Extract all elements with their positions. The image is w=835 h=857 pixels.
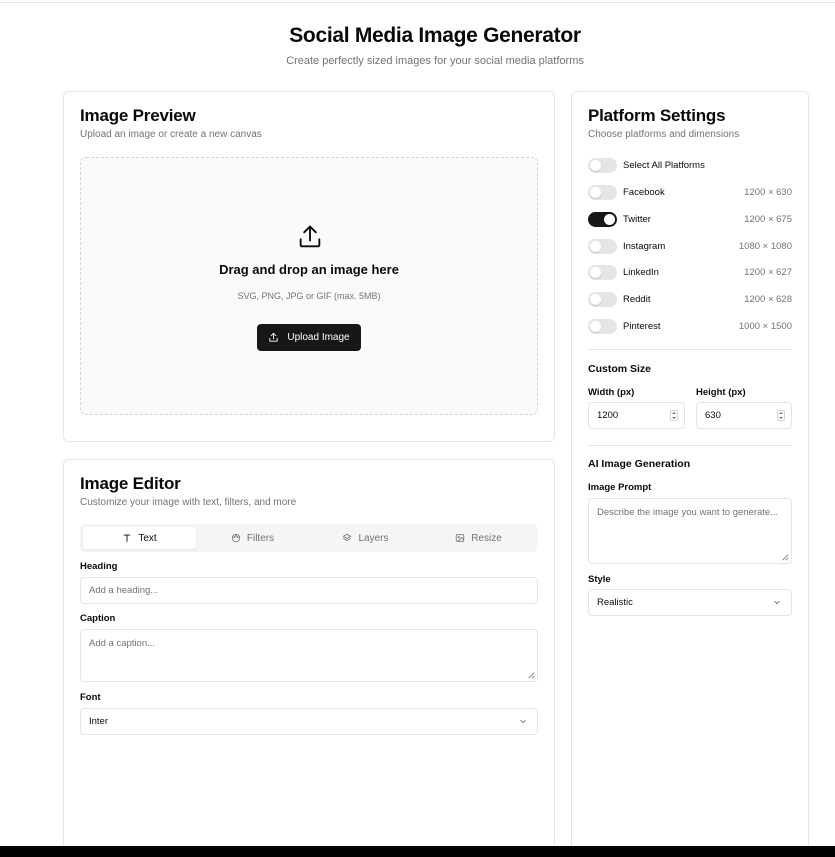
- font-label: Font: [80, 692, 101, 703]
- dropzone-hint: SVG, PNG, JPG or GIF (max. 5MB): [237, 291, 381, 301]
- heading-input[interactable]: Add a heading...: [80, 577, 538, 604]
- font-select[interactable]: Inter: [80, 708, 538, 735]
- caption-placeholder: Add a caption...: [89, 638, 156, 649]
- toggle-knob: [590, 293, 601, 305]
- top-divider: [0, 2, 835, 3]
- platform-dimensions: 1200 × 628: [744, 293, 792, 305]
- platform-dimensions: 1000 × 1500: [738, 320, 792, 332]
- upload-icon: [269, 332, 278, 342]
- editor-tabs: Text Filters Layers Resize: [80, 524, 538, 552]
- width-input[interactable]: 1200: [588, 402, 685, 429]
- twitter-toggle[interactable]: [588, 211, 617, 227]
- tab-text[interactable]: Text: [83, 527, 196, 549]
- platform-dimensions: 1200 × 630: [744, 186, 792, 198]
- tab-resize-label: Resize: [471, 532, 502, 544]
- dropzone-title: Drag and drop an image here: [219, 262, 399, 277]
- prompt-label: Image Prompt: [588, 482, 652, 493]
- image-dropzone[interactable]: Drag and drop an image here SVG, PNG, JP…: [80, 157, 538, 415]
- caption-label: Caption: [80, 613, 116, 624]
- instagram-toggle[interactable]: [588, 238, 617, 254]
- tab-layers[interactable]: Layers: [309, 527, 422, 549]
- tab-filters-label: Filters: [246, 532, 275, 544]
- style-select-value: Realistic: [597, 597, 633, 608]
- image-icon: [456, 534, 465, 542]
- reddit-toggle[interactable]: [588, 291, 617, 307]
- toggle-knob: [604, 213, 615, 225]
- platform-row-facebook: Facebook 1200 × 630: [588, 184, 792, 200]
- select-all-row: Select All Platforms: [588, 157, 792, 173]
- style-label: Style: [588, 574, 611, 585]
- page-title: Social Media Image Generator: [289, 24, 581, 47]
- chevron-down-icon: [774, 600, 780, 604]
- height-spinner[interactable]: [777, 410, 785, 421]
- height-label: Height (px): [696, 387, 746, 398]
- platform-name: LinkedIn: [623, 266, 659, 278]
- platform-dimensions: 1200 × 627: [744, 266, 792, 278]
- platform-dimensions: 1200 × 675: [744, 213, 792, 225]
- platform-row-instagram: Instagram 1080 × 1080: [588, 238, 792, 254]
- heading-placeholder: Add a heading...: [89, 585, 159, 596]
- heading-label: Heading: [80, 561, 118, 572]
- platform-name: Twitter: [623, 213, 651, 225]
- height-input[interactable]: 630: [696, 402, 792, 429]
- palette-icon: [231, 533, 241, 543]
- tab-text-label: Text: [138, 532, 157, 544]
- platform-settings-card: Platform Settings Choose platforms and d…: [571, 91, 809, 857]
- platform-row-linkedin: LinkedIn 1200 × 627: [588, 264, 792, 280]
- page-subtitle: Create perfectly sized images for your s…: [286, 55, 584, 67]
- width-spinner[interactable]: [670, 410, 678, 421]
- facebook-toggle[interactable]: [588, 184, 617, 200]
- toggle-knob: [590, 240, 601, 252]
- divider: [588, 349, 792, 350]
- ai-generation-title: AI Image Generation: [588, 458, 691, 470]
- prompt-textarea[interactable]: Describe the image you want to generate.…: [588, 498, 792, 564]
- text-icon: [123, 534, 131, 542]
- platform-name: Pinterest: [623, 320, 661, 332]
- upload-image-button[interactable]: Upload Image: [257, 324, 361, 351]
- select-all-label: Select All Platforms: [623, 159, 705, 171]
- style-select[interactable]: Realistic: [588, 589, 792, 616]
- upload-image-label: Upload Image: [287, 332, 350, 343]
- platform-name: Facebook: [623, 186, 665, 198]
- linkedin-toggle[interactable]: [588, 264, 617, 280]
- toggle-knob: [590, 159, 601, 171]
- platform-row-reddit: Reddit 1200 × 628: [588, 291, 792, 307]
- caption-textarea[interactable]: Add a caption...: [80, 629, 538, 682]
- width-value: 1200: [597, 410, 619, 421]
- image-preview-subtitle: Upload an image or create a new canvas: [80, 129, 262, 140]
- platform-row-twitter: Twitter 1200 × 675: [588, 211, 792, 227]
- tab-layers-label: Layers: [358, 532, 389, 544]
- custom-size-title: Custom Size: [588, 363, 652, 375]
- image-preview-card: Image Preview Upload an image or create …: [63, 91, 555, 442]
- platform-dimensions: 1080 × 1080: [738, 240, 792, 252]
- image-preview-title: Image Preview: [80, 106, 196, 125]
- resize-grip-icon[interactable]: [527, 671, 535, 679]
- platform-name: Instagram: [623, 240, 666, 252]
- tab-filters[interactable]: Filters: [196, 527, 309, 549]
- width-label: Width (px): [588, 387, 635, 398]
- image-editor-card: Image Editor Customize your image with t…: [63, 459, 555, 857]
- height-value: 630: [705, 410, 721, 421]
- platform-settings-subtitle: Choose platforms and dimensions: [588, 129, 740, 140]
- bottom-bar: [0, 846, 835, 857]
- divider: [588, 445, 792, 446]
- platform-row-pinterest: Pinterest 1000 × 1500: [588, 318, 792, 334]
- layers-icon: [343, 533, 352, 541]
- tab-resize[interactable]: Resize: [422, 527, 535, 549]
- image-editor-subtitle: Customize your image with text, filters,…: [80, 497, 297, 508]
- toggle-knob: [590, 266, 601, 278]
- platform-settings-title: Platform Settings: [588, 106, 726, 125]
- resize-grip-icon[interactable]: [781, 553, 789, 561]
- font-select-value: Inter: [89, 716, 109, 727]
- platform-name: Reddit: [623, 293, 651, 305]
- image-editor-title: Image Editor: [80, 474, 181, 493]
- toggle-knob: [590, 186, 601, 198]
- select-all-toggle[interactable]: [588, 157, 617, 173]
- upload-icon: [299, 225, 321, 248]
- toggle-knob: [590, 320, 601, 332]
- pinterest-toggle[interactable]: [588, 318, 617, 334]
- prompt-placeholder: Describe the image you want to generate.…: [597, 507, 779, 518]
- chevron-down-icon: [520, 719, 526, 723]
